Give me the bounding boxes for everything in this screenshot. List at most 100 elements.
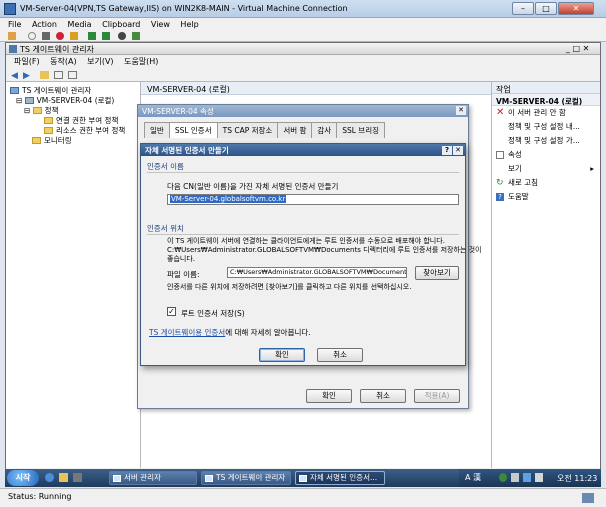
pause-icon[interactable]	[88, 32, 96, 40]
file-name-input[interactable]: C:₩Users₩Administrator.GLOBALSOFTVM₩Docu…	[227, 267, 407, 278]
guest-taskbar: 시작 서버 관리자 TS 게이트웨이 관리자 자체 서명된 인증서... A 漢…	[5, 469, 601, 487]
menu-clipboard[interactable]: Clipboard	[102, 20, 140, 29]
tray-clock: 오전 11:23	[557, 474, 598, 483]
properties-icon[interactable]	[68, 71, 77, 79]
guest-menu-action[interactable]: 동작(A)	[50, 57, 76, 66]
browse-button[interactable]: 찾아보기	[415, 266, 459, 280]
learn-more-link[interactable]: TS 게이트웨이용 인증서	[149, 328, 225, 337]
up-folder-icon[interactable]	[40, 71, 49, 79]
ts-gateway-title: TS 게이트웨이 관리자	[20, 45, 94, 54]
turn-off-icon[interactable]	[42, 32, 50, 40]
tab-cap-store[interactable]: TS CAP 저장소	[216, 122, 279, 138]
tab-server-farm[interactable]: 서버 팜	[277, 122, 313, 138]
certificate-dialog-titlebar: 자체 서명된 인증서 만들기 ? ✕	[141, 144, 465, 156]
props-apply-button[interactable]: 적용(A)	[414, 389, 460, 403]
reset-icon[interactable]	[102, 32, 110, 40]
red-x-icon: ✕	[496, 107, 505, 118]
props-ok-button[interactable]: 확인	[306, 389, 352, 403]
divider	[147, 172, 459, 173]
center-pane-title: VM-SERVER-04 (로컬)	[141, 82, 491, 95]
tree-monitoring[interactable]: 모니터링	[32, 135, 72, 146]
store-root-checkbox[interactable]: ✓	[167, 307, 176, 316]
snapshot-icon[interactable]	[118, 32, 126, 40]
explorer-icon[interactable]	[59, 473, 68, 482]
action-export-policy[interactable]: 정책 및 구성 설정 내...	[492, 120, 600, 134]
learn-more-line: TS 게이트웨이용 인증서에 대해 자세히 알아봅니다.	[149, 327, 311, 338]
menu-view[interactable]: View	[151, 20, 170, 29]
gateway-root-icon	[10, 87, 19, 94]
cn-input[interactable]: VM-Server-04.globalsoftvm.co.kr	[167, 194, 459, 205]
cert-ok-button[interactable]: 확인	[259, 348, 305, 362]
start-button[interactable]: 시작	[7, 470, 39, 486]
cmd-icon[interactable]	[73, 473, 82, 482]
show-hide-tree-icon[interactable]	[54, 71, 63, 79]
certificate-dialog-title: 자체 서명된 인증서 만들기	[145, 146, 229, 155]
guest-menu-view[interactable]: 보기(V)	[87, 57, 113, 66]
maximize-button[interactable]: □	[535, 2, 557, 15]
location-desc-line2: C:₩Users₩Administrator.GLOBALSOFTVM₩Docu…	[167, 246, 482, 254]
tray-volume-icon[interactable]	[535, 473, 543, 482]
location-desc-line3: 좋습니다.	[167, 255, 195, 263]
task-server-manager[interactable]: 서버 관리자	[109, 471, 197, 485]
store-root-label: 루트 인증서 저장(S)	[181, 309, 245, 318]
folder-icon	[44, 127, 53, 134]
menu-action[interactable]: Action	[32, 20, 57, 29]
learn-more-suffix: 에 대해 자세히 알아봅니다.	[225, 328, 311, 337]
close-icon[interactable]: ✕	[453, 146, 463, 155]
props-cancel-button[interactable]: 취소	[360, 389, 406, 403]
properties-dialog-title: VM-SERVER-04 속성	[138, 105, 468, 117]
guest-toolbar: ◀ ▶	[6, 68, 600, 82]
tab-auditing[interactable]: 감사	[311, 122, 338, 138]
menu-help[interactable]: Help	[180, 20, 198, 29]
language-indicator[interactable]: A 漢	[465, 472, 481, 483]
forward-icon[interactable]: ▶	[23, 71, 30, 81]
action-remove-server[interactable]: ✕ 이 서버 관리 안 함	[492, 106, 600, 120]
save-state-icon[interactable]	[70, 32, 78, 40]
vm-toolbar	[0, 31, 606, 42]
guest-menu-file[interactable]: 파일(F)	[14, 57, 40, 66]
task-ts-gateway-manager[interactable]: TS 게이트웨이 관리자	[201, 471, 291, 485]
ie-icon[interactable]	[45, 473, 54, 482]
help-icon[interactable]: ?	[442, 146, 452, 155]
divider	[147, 234, 459, 235]
tab-ssl-bridging[interactable]: SSL 브리징	[336, 122, 386, 138]
task-create-cert[interactable]: 자체 서명된 인증서...	[295, 471, 385, 485]
menu-media[interactable]: Media	[68, 20, 92, 29]
folder-icon	[32, 107, 42, 114]
server-icon	[24, 97, 34, 104]
vm-statusbar: Status: Running	[0, 488, 606, 507]
vm-window-title: VM-Server-04(VPN,TS Gateway,IIS) on WIN2…	[20, 4, 348, 13]
vm-menubar: File Action Media Clipboard View Help	[0, 18, 606, 31]
cn-label: 다음 CN(일반 이름)을 가진 자체 서명된 인증서 만들기	[167, 182, 339, 191]
cert-cancel-button[interactable]: 취소	[317, 348, 363, 362]
guest-menu-help[interactable]: 도움말(H)	[124, 57, 158, 66]
ts-gateway-icon	[205, 475, 213, 482]
ctrl-alt-del-icon[interactable]	[8, 32, 16, 40]
menu-file[interactable]: File	[8, 20, 21, 29]
certificate-icon	[299, 475, 307, 482]
console-tree: TS 게이트웨이 관리자 ⊟ VM-SERVER-04 (로컬) ⊟ 정책 연결…	[6, 82, 141, 468]
action-view[interactable]: 보기 ▸	[492, 162, 600, 176]
vm-status-text: Status: Running	[8, 492, 72, 501]
action-properties[interactable]: 속성	[492, 148, 600, 162]
shutdown-icon[interactable]	[56, 32, 64, 40]
tray-ime-icon[interactable]	[511, 473, 519, 482]
minimize-button[interactable]: –	[512, 2, 534, 15]
tab-ssl-certificate[interactable]: SSL 인증서	[168, 122, 218, 138]
action-refresh[interactable]: ↻ 새로 고침	[492, 176, 600, 190]
vm-connection-icon	[4, 3, 16, 15]
action-import-policy[interactable]: 정책 및 구성 설정 가...	[492, 134, 600, 148]
tray-network-icon[interactable]	[499, 473, 507, 482]
start-icon[interactable]	[28, 32, 36, 40]
window-controls[interactable]: _ □ ✕	[566, 44, 589, 53]
revert-icon[interactable]	[132, 32, 140, 40]
ts-gateway-titlebar: TS 게이트웨이 관리자 _ □ ✕	[6, 43, 600, 55]
actions-pane: 작업 VM-SERVER-04 (로컬) ✕ 이 서버 관리 안 함 정책 및 구…	[491, 82, 600, 468]
folder-icon	[44, 117, 53, 124]
tab-general[interactable]: 일반	[144, 122, 170, 138]
action-help[interactable]: ? 도움말	[492, 190, 600, 204]
close-button[interactable]: ✕	[558, 2, 594, 15]
properties-close-icon[interactable]: ✕	[456, 106, 466, 115]
back-icon[interactable]: ◀	[11, 71, 18, 81]
tray-help-icon[interactable]	[523, 473, 531, 482]
